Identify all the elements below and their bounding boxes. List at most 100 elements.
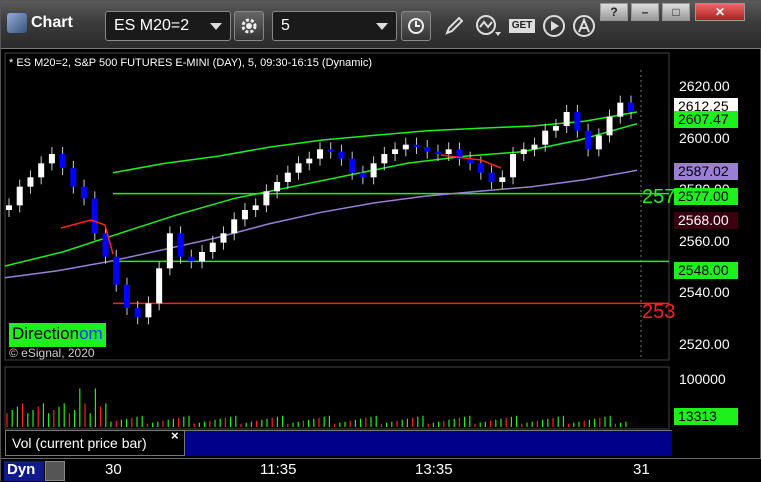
direction-badge: Directionom (9, 323, 106, 347)
dyn-label: Dyn (7, 461, 36, 478)
alert-a-icon (573, 15, 595, 37)
price-tag-marker: 2568.00 (674, 212, 738, 229)
app-title-text: Chart (31, 14, 73, 31)
symbol-value: ES M20=2 (114, 17, 190, 34)
gear-icon (241, 18, 257, 34)
candle-body (628, 102, 634, 112)
candle-body (252, 205, 259, 210)
play-button[interactable] (539, 11, 569, 41)
candle-body (510, 154, 517, 178)
volume-panel-close-icon[interactable]: × (171, 428, 179, 443)
maximize-button[interactable]: □ (662, 3, 690, 21)
candle-body (542, 130, 549, 145)
candle-body (123, 284, 130, 308)
chevron-down-icon (210, 22, 222, 30)
candle-body (220, 233, 227, 243)
candle-body (209, 242, 216, 252)
chart-title: * ES M20=2, S&P 500 FUTURES E-MINI (DAY)… (9, 57, 373, 69)
candle-body (317, 149, 323, 159)
candle-body (38, 163, 45, 178)
title-bar: Chart ES M20=2 5 GET ? – □ ✕ (1, 1, 761, 49)
candle-body (145, 303, 152, 318)
candle-body (477, 163, 484, 173)
candle-body (531, 144, 538, 150)
minimize-icon: – (641, 5, 649, 19)
candle-body (284, 172, 291, 182)
copyright-watermark: © eSignal, 2020 (9, 346, 95, 360)
candle-body (606, 116, 613, 136)
candle-body (199, 252, 206, 262)
maximize-icon: □ (672, 5, 680, 19)
candle-body (6, 205, 12, 210)
candle-body (552, 126, 559, 131)
candle-body (413, 144, 420, 147)
candle-body (27, 177, 34, 187)
candle-body (563, 112, 570, 126)
candle-body (585, 130, 592, 150)
candle-body (595, 135, 602, 150)
interval-combo[interactable]: 5 (272, 11, 397, 41)
candle-body (306, 158, 313, 164)
volume-current-tag: 13313 (674, 408, 738, 425)
interval-value: 5 (281, 17, 290, 34)
alert-button[interactable] (569, 11, 599, 41)
y-tick: 2600.00 (679, 130, 730, 146)
red-level-label: 253 (642, 301, 676, 323)
price-chart[interactable] (1, 50, 761, 458)
study-button[interactable] (473, 11, 503, 41)
help-button[interactable]: ? (600, 3, 628, 21)
candle-body (445, 149, 452, 154)
candle-body (231, 219, 238, 234)
candle-body (434, 151, 441, 154)
time-template-button[interactable] (401, 11, 431, 41)
candle-body (338, 151, 345, 159)
candle-body (241, 210, 248, 220)
candle-body (70, 168, 77, 187)
candle-body (359, 172, 366, 178)
chart-logo-icon (7, 13, 27, 33)
ma-series-line (4, 122, 638, 267)
pencil-icon (445, 16, 464, 35)
candle-body (156, 268, 163, 304)
get-data-button[interactable]: GET (507, 11, 537, 41)
dynamic-button[interactable]: Dyn (4, 461, 44, 481)
play-icon (543, 15, 565, 37)
candle-body (499, 177, 506, 182)
volume-panel-header-bar (185, 430, 672, 456)
candle-body (381, 154, 388, 164)
candle-body (16, 186, 23, 206)
volume-panel-frame (4, 366, 670, 430)
candle-body (91, 198, 98, 234)
candle-body (295, 163, 302, 173)
price-tag-support: 2548.00 (674, 262, 738, 279)
price-tag-ma-fast: 2607.47 (674, 111, 738, 128)
time-axis-bar: Dyn 30 11:35 13:35 31 (1, 458, 761, 482)
candle-body (274, 182, 281, 192)
get-label: GET (509, 19, 535, 33)
candle-body (113, 256, 120, 285)
green-level-label: 257 (642, 186, 676, 208)
candle-body (488, 172, 495, 182)
chart-area[interactable]: * ES M20=2, S&P 500 FUTURES E-MINI (DAY)… (1, 50, 761, 458)
y-tick: 2620.00 (679, 78, 730, 94)
symbol-combo[interactable]: ES M20=2 (105, 11, 231, 41)
candle-body (81, 186, 88, 199)
lock-icon[interactable] (45, 461, 65, 481)
settings-gear-button[interactable] (234, 11, 264, 41)
badge-text: Direction (12, 324, 80, 343)
clock-icon (408, 18, 424, 34)
candle-body (392, 149, 399, 154)
price-tag-ma-slow: 2587.02 (674, 163, 738, 180)
candle-body (424, 147, 431, 152)
minimize-button[interactable]: – (631, 3, 659, 21)
x-tick: 31 (633, 461, 650, 478)
candle-body (402, 144, 409, 150)
candle-body (59, 154, 66, 168)
chevron-down-icon (376, 22, 388, 30)
y-tick: 2560.00 (679, 233, 730, 249)
draw-tool-button[interactable] (439, 11, 469, 41)
close-button[interactable]: ✕ (695, 3, 745, 21)
volume-panel-title: Vol (current price bar) (5, 430, 185, 456)
candle-body (166, 233, 173, 269)
chart-window: Chart ES M20=2 5 GET ? – □ ✕ * ES M20=2,… (0, 0, 761, 482)
